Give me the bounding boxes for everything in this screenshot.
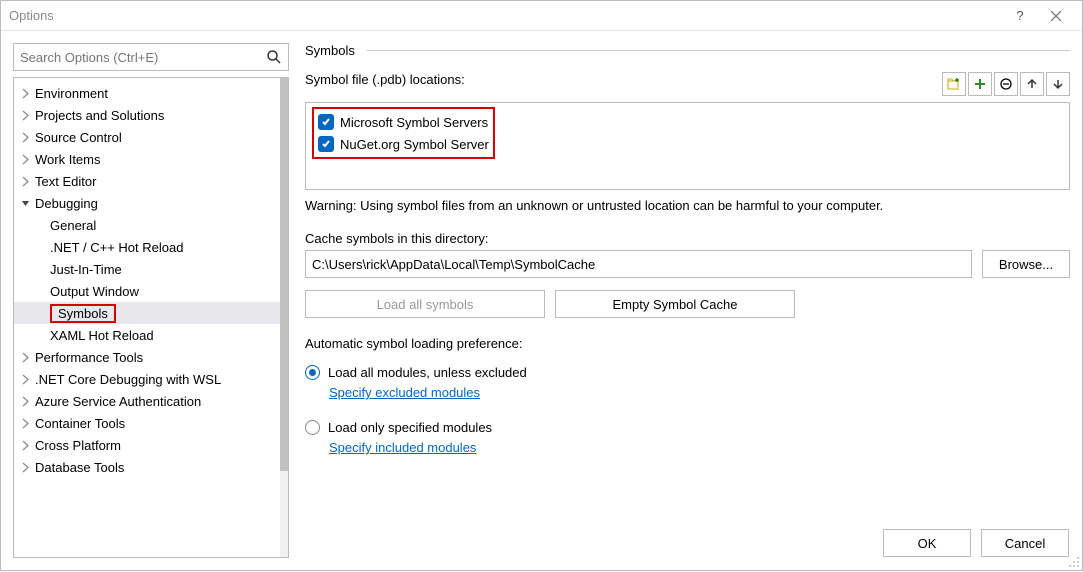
grip-icon <box>1067 555 1081 569</box>
title-bar: Options ? <box>1 1 1082 31</box>
chevron-right-icon <box>20 374 31 385</box>
symbol-locations-list[interactable]: Microsoft Symbol Servers NuGet.org Symbol… <box>305 102 1070 190</box>
chevron-right-icon <box>20 462 31 473</box>
warning-text: Warning: Using symbol files from an unkn… <box>305 198 1070 213</box>
tree-item-label: .NET / C++ Hot Reload <box>50 240 183 255</box>
window-title: Options <box>9 8 1002 23</box>
radio-load-specified[interactable]: Load only specified modules <box>305 414 1070 440</box>
tree-item[interactable]: Work Items <box>14 148 280 170</box>
minus-circle-icon <box>999 77 1013 91</box>
tree-item-label: Symbols <box>50 306 116 321</box>
tree-item[interactable]: General <box>14 214 280 236</box>
location-label: Microsoft Symbol Servers <box>340 115 488 130</box>
remove-button[interactable] <box>994 72 1018 96</box>
checkbox-icon <box>318 136 334 152</box>
location-label: NuGet.org Symbol Server <box>340 137 489 152</box>
arrow-down-icon <box>1052 78 1064 90</box>
symbol-location-item[interactable]: Microsoft Symbol Servers <box>318 111 489 133</box>
specify-excluded-link[interactable]: Specify excluded modules <box>329 385 1070 400</box>
search-input[interactable] <box>20 50 266 65</box>
tree-item[interactable]: Container Tools <box>14 412 280 434</box>
tree-item[interactable]: Performance Tools <box>14 346 280 368</box>
tree-item-label: Source Control <box>35 130 122 145</box>
ok-button[interactable]: OK <box>883 529 971 557</box>
new-folder-icon <box>947 77 961 91</box>
tree-item[interactable]: Azure Service Authentication <box>14 390 280 412</box>
radio-icon <box>305 365 320 380</box>
tree-item[interactable]: Database Tools <box>14 456 280 478</box>
tree-item-label: Text Editor <box>35 174 96 189</box>
tree-item-label: General <box>50 218 96 233</box>
move-up-button[interactable] <box>1020 72 1044 96</box>
close-icon <box>1050 10 1062 22</box>
tree-item-label: Cross Platform <box>35 438 121 453</box>
tree-item-label: Performance Tools <box>35 350 143 365</box>
tree-item[interactable]: Output Window <box>14 280 280 302</box>
radio-load-all[interactable]: Load all modules, unless excluded <box>305 359 1070 385</box>
tree-item-label: Azure Service Authentication <box>35 394 201 409</box>
chevron-right-icon <box>20 440 31 451</box>
checkbox-icon <box>318 114 334 130</box>
radio-load-all-label: Load all modules, unless excluded <box>328 365 527 380</box>
chevron-right-icon <box>20 418 31 429</box>
search-icon <box>266 49 282 65</box>
close-button[interactable] <box>1038 2 1074 30</box>
chevron-right-icon <box>20 110 31 121</box>
chevron-right-icon <box>20 396 31 407</box>
locations-label: Symbol file (.pdb) locations: <box>305 72 465 87</box>
cancel-button[interactable]: Cancel <box>981 529 1069 557</box>
browse-button[interactable]: Browse... <box>982 250 1070 278</box>
highlighted-locations: Microsoft Symbol Servers NuGet.org Symbol… <box>312 107 495 159</box>
help-button[interactable]: ? <box>1002 2 1038 30</box>
tree-item[interactable]: XAML Hot Reload <box>14 324 280 346</box>
radio-icon <box>305 420 320 435</box>
cache-label: Cache symbols in this directory: <box>305 231 1070 246</box>
chevron-right-icon <box>20 154 31 165</box>
tree-item-label: Work Items <box>35 152 101 167</box>
tree-item-label: XAML Hot Reload <box>50 328 154 343</box>
chevron-right-icon <box>20 132 31 143</box>
panel-divider <box>367 50 1070 51</box>
plus-icon <box>973 77 987 91</box>
symbol-location-item[interactable]: NuGet.org Symbol Server <box>318 133 489 155</box>
add-button[interactable] <box>968 72 992 96</box>
tree-item[interactable]: Environment <box>14 82 280 104</box>
cache-directory-input[interactable] <box>305 250 972 278</box>
tree-item[interactable]: Debugging <box>14 192 280 214</box>
tree-item-label: Debugging <box>35 196 98 211</box>
tree-item-label: Environment <box>35 86 108 101</box>
search-box[interactable] <box>13 43 289 71</box>
chevron-right-icon <box>20 88 31 99</box>
tree-item[interactable]: .NET / C++ Hot Reload <box>14 236 280 258</box>
panel-heading: Symbols <box>305 43 355 58</box>
chevron-down-icon <box>20 198 31 209</box>
specify-included-link[interactable]: Specify included modules <box>329 440 1070 455</box>
tree-item-label: Output Window <box>50 284 139 299</box>
tree-item-label: .NET Core Debugging with WSL <box>35 372 221 387</box>
radio-load-specified-label: Load only specified modules <box>328 420 492 435</box>
tree-item[interactable]: Symbols <box>14 302 280 324</box>
options-tree[interactable]: Environment Projects and Solutions Source … <box>14 78 280 557</box>
new-folder-button[interactable] <box>942 72 966 96</box>
chevron-right-icon <box>20 352 31 363</box>
arrow-up-icon <box>1026 78 1038 90</box>
tree-item[interactable]: .NET Core Debugging with WSL <box>14 368 280 390</box>
move-down-button[interactable] <box>1046 72 1070 96</box>
tree-item[interactable]: Projects and Solutions <box>14 104 280 126</box>
tree-item[interactable]: Source Control <box>14 126 280 148</box>
tree-item-label: Database Tools <box>35 460 124 475</box>
tree-item[interactable]: Cross Platform <box>14 434 280 456</box>
auto-loading-label: Automatic symbol loading preference: <box>305 336 1070 351</box>
tree-item[interactable]: Text Editor <box>14 170 280 192</box>
tree-item-label: Projects and Solutions <box>35 108 164 123</box>
empty-cache-button[interactable]: Empty Symbol Cache <box>555 290 795 318</box>
resize-grip[interactable] <box>1067 555 1081 569</box>
tree-scrollbar[interactable] <box>280 78 288 557</box>
load-all-symbols-button: Load all symbols <box>305 290 545 318</box>
tree-item[interactable]: Just-In-Time <box>14 258 280 280</box>
tree-item-label: Container Tools <box>35 416 125 431</box>
tree-item-label: Just-In-Time <box>50 262 122 277</box>
chevron-right-icon <box>20 176 31 187</box>
